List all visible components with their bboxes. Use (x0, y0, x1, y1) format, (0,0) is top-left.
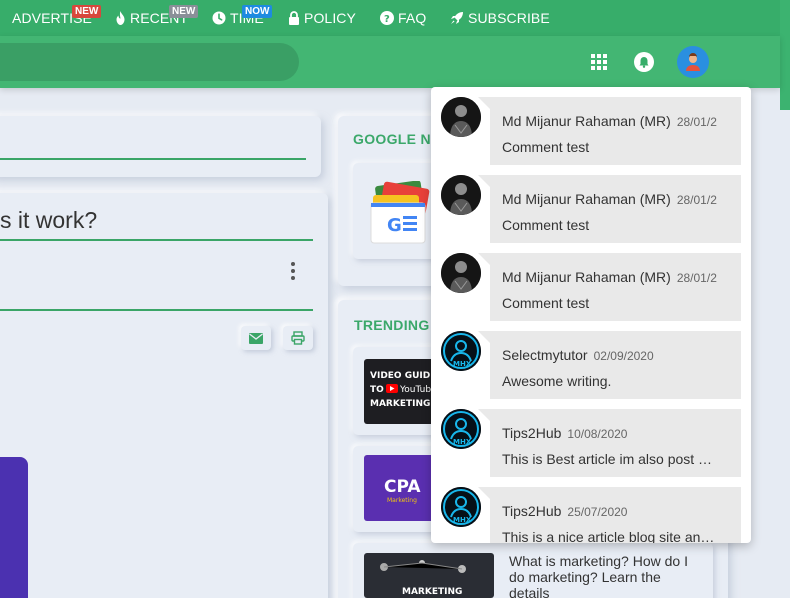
photo-avatar (441, 253, 481, 293)
comment-item[interactable]: MHX Tips2Hub 25/07/2020 This is a nice ar… (431, 487, 751, 543)
photo-avatar (441, 175, 481, 215)
comment-item[interactable]: Md Mijanur Rahaman (MR) 28/01/2 Comment t… (431, 97, 751, 165)
comment-header: Selectmytutor 02/09/2020 (502, 347, 741, 365)
printer-icon (291, 331, 305, 345)
user-avatar-icon[interactable] (677, 46, 709, 78)
comment-header: Md Mijanur Rahaman (MR) 28/01/2 (502, 269, 741, 287)
new-badge: NEW (169, 5, 199, 18)
comment-text: Comment test (502, 295, 590, 311)
svg-text:Marketing: Marketing (387, 497, 417, 504)
comment-header: Md Mijanur Rahaman (MR) 28/01/2 (502, 191, 741, 209)
google-news-logo: G (369, 181, 431, 245)
svg-text:MHX: MHX (453, 438, 472, 446)
svg-text:VIDEO GUID: VIDEO GUID (370, 371, 430, 381)
trending-thumbnail: VIDEO GUID TO YouTub MARKETING (364, 359, 434, 424)
comment-date: 28/01/2 (676, 271, 717, 285)
comment-bubble: Md Mijanur Rahaman (MR) 28/01/2 Comment t… (478, 97, 741, 165)
comment-date: 25/07/2020 (567, 505, 628, 519)
comment-date: 10/08/2020 (567, 427, 628, 441)
comment-bubble: Md Mijanur Rahaman (MR) 28/01/2 Comment t… (478, 175, 741, 243)
comment-date: 02/09/2020 (593, 349, 654, 363)
logo-avatar: MHX (441, 331, 481, 371)
svg-text:MHX: MHX (453, 360, 472, 368)
print-button[interactable] (283, 326, 313, 350)
comment-item[interactable]: Md Mijanur Rahaman (MR) 28/01/2 Comment t… (431, 175, 751, 243)
header-edge (780, 0, 790, 110)
nav-policy-label: POLICY (304, 10, 356, 26)
svg-text:MARKETING: MARKETING (370, 399, 430, 409)
comment-author: Md Mijanur Rahaman (MR) (502, 269, 671, 285)
featured-banner[interactable] (0, 457, 28, 598)
comment-text: Comment test (502, 217, 590, 233)
article-title: s it work? (0, 207, 98, 233)
rocket-icon (450, 11, 464, 25)
trending-thumbnail: CPA Marketing (364, 455, 434, 521)
logo-avatar: MHX (441, 409, 481, 449)
comment-date: 28/01/2 (676, 115, 717, 129)
comment-text: This is a nice article blog site an… (502, 529, 715, 543)
top-navigation: ADVERTISE NEW RECENT NEW TIME NOW POLICY… (0, 0, 780, 36)
bell-icon[interactable] (634, 52, 654, 72)
lock-icon (288, 11, 300, 25)
search-input[interactable] (0, 43, 299, 81)
title-underline (0, 239, 313, 241)
nav-faq[interactable]: ? FAQ (380, 0, 426, 36)
trending-title: TRENDING (354, 317, 430, 333)
comment-header: Tips2Hub 25/07/2020 (502, 503, 741, 521)
comment-bubble: Tips2Hub 10/08/2020 This is Best article … (478, 409, 741, 477)
svg-text:MHX: MHX (453, 516, 472, 524)
comment-item[interactable]: MHX Selectmytutor 02/09/2020 Awesome writ… (431, 331, 751, 399)
article-card (0, 193, 328, 598)
comment-header: Tips2Hub 10/08/2020 (502, 425, 741, 443)
comment-author: Md Mijanur Rahaman (MR) (502, 191, 671, 207)
question-circle-icon: ? (380, 11, 394, 25)
svg-text:TO: TO (370, 385, 384, 395)
google-news-title: GOOGLE N (353, 131, 431, 147)
search-card (0, 116, 321, 177)
comment-item[interactable]: Md Mijanur Rahaman (MR) 28/01/2 Comment t… (431, 253, 751, 321)
comment-date: 28/01/2 (676, 193, 717, 207)
fire-icon (115, 11, 126, 25)
svg-text:MARKETING: MARKETING (402, 587, 462, 597)
comment-bubble: Selectmytutor 02/09/2020 Awesome writing. (478, 331, 741, 399)
grid-apps-icon[interactable] (591, 54, 607, 70)
nav-subscribe[interactable]: SUBSCRIBE (450, 0, 550, 36)
divider (0, 309, 313, 311)
svg-text:G: G (387, 215, 402, 236)
comments-dropdown: Md Mijanur Rahaman (MR) 28/01/2 Comment t… (431, 87, 751, 543)
nav-subscribe-label: SUBSCRIBE (468, 10, 550, 26)
svg-text:?: ? (384, 14, 390, 25)
trending-item-title[interactable]: What is marketing? How do I do marketing… (509, 553, 699, 598)
comment-text: Awesome writing. (502, 373, 612, 389)
now-badge: NOW (242, 5, 273, 18)
photo-avatar (441, 97, 481, 137)
new-badge: NEW (72, 5, 102, 18)
divider (0, 158, 306, 160)
comment-author: Tips2Hub (502, 425, 562, 441)
comment-author: Selectmytutor (502, 347, 588, 363)
svg-text:CPA: CPA (384, 477, 421, 497)
more-options-icon[interactable] (288, 262, 298, 284)
comment-bubble: Tips2Hub 25/07/2020 This is a nice articl… (478, 487, 741, 543)
nav-policy[interactable]: POLICY (288, 0, 356, 36)
comment-author: Md Mijanur Rahaman (MR) (502, 113, 671, 129)
comment-text: This is Best article im also post … (502, 451, 713, 467)
nav-faq-label: FAQ (398, 10, 427, 26)
svg-text:YouTub: YouTub (399, 385, 431, 395)
logo-avatar: MHX (441, 487, 481, 527)
trending-thumbnail: MARKETING (364, 553, 494, 598)
comment-text: Comment test (502, 139, 590, 155)
comment-author: Tips2Hub (502, 503, 562, 519)
clock-icon (212, 11, 226, 25)
comment-bubble: Md Mijanur Rahaman (MR) 28/01/2 Comment t… (478, 253, 741, 321)
comment-item[interactable]: MHX Tips2Hub 10/08/2020 This is Best arti… (431, 409, 751, 477)
header-bar (0, 36, 780, 88)
envelope-icon (249, 332, 263, 344)
email-share-button[interactable] (241, 326, 271, 350)
comment-header: Md Mijanur Rahaman (MR) 28/01/2 (502, 113, 741, 131)
